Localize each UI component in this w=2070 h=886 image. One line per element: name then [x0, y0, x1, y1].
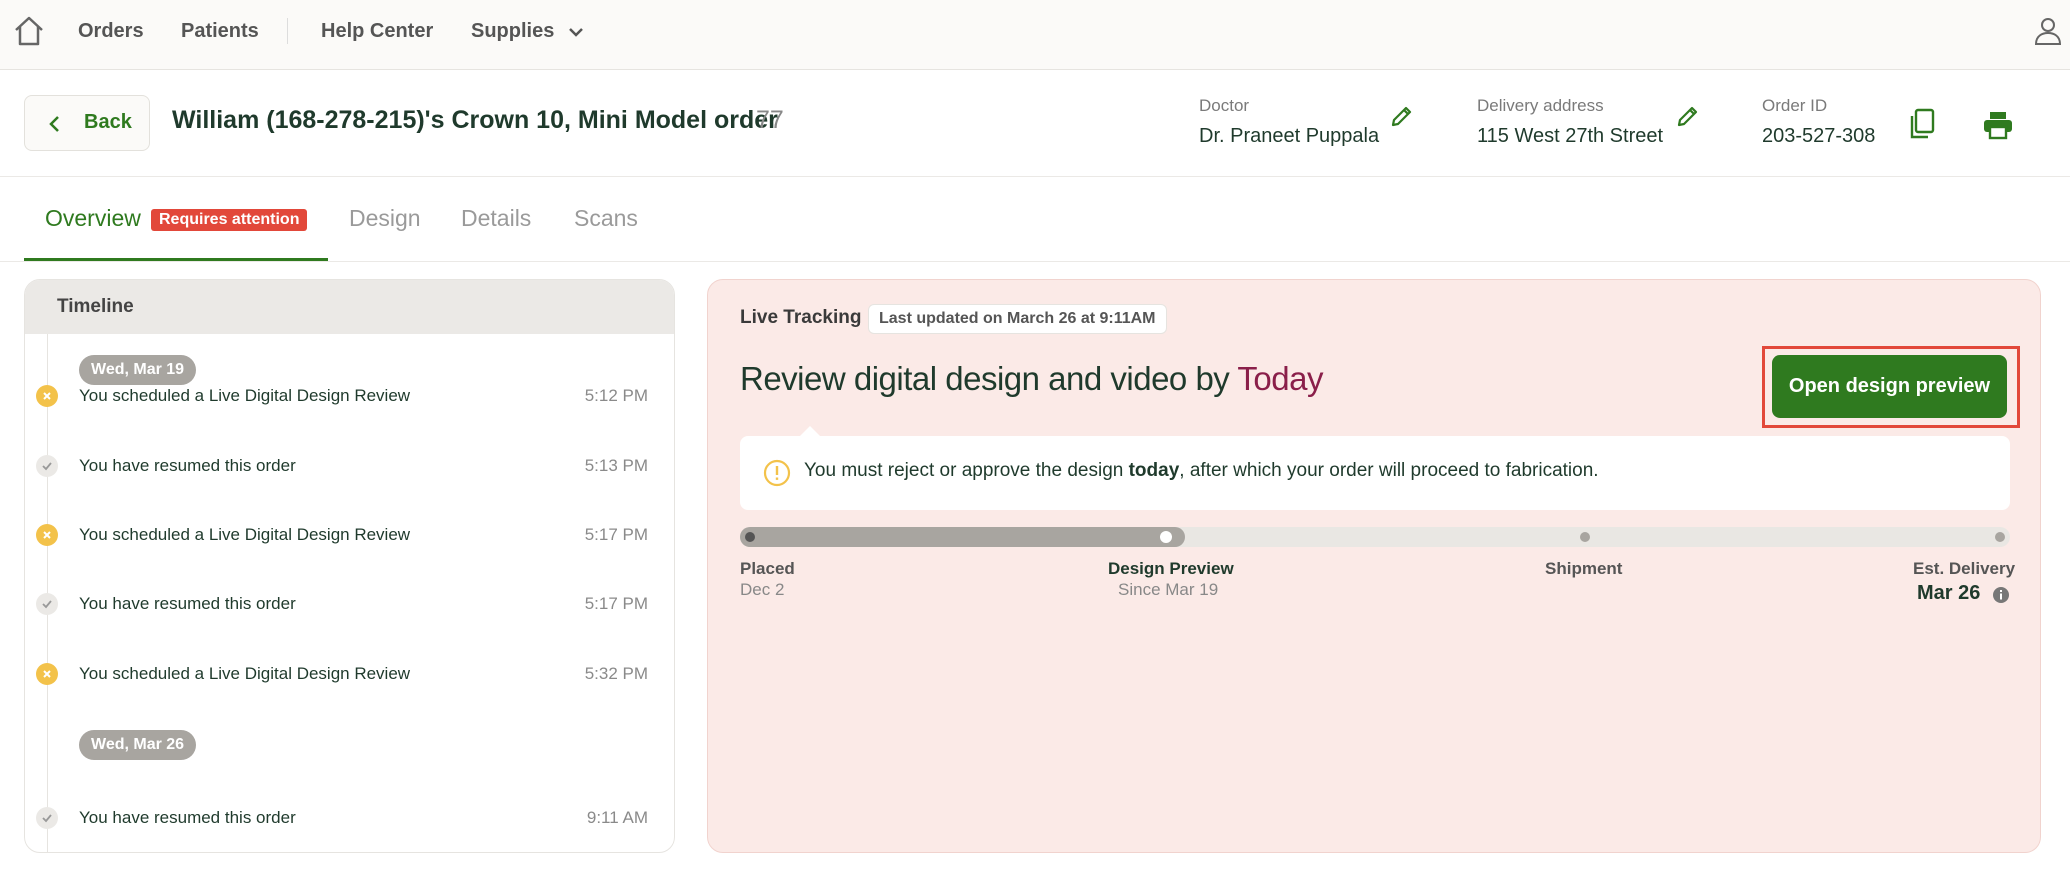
date-pill: Wed, Mar 26	[79, 730, 197, 760]
live-tracking-label: Live Tracking	[740, 307, 862, 328]
notice-text-prefix: You must reject or approve the design	[804, 460, 1129, 481]
step-design-preview-label: Design Preview	[1108, 559, 1234, 578]
step-dot-delivery	[1995, 532, 2005, 542]
review-heading: Review digital design and video by Today	[740, 360, 1323, 398]
timeline-header: Timeline	[25, 280, 674, 334]
copy-icon[interactable]	[1908, 108, 1936, 140]
timeline-event-text: You scheduled a Live Digital Design Revi…	[79, 525, 411, 544]
status-badge: Requires attention	[151, 209, 308, 231]
address-value: 115 West 27th Street	[1477, 125, 1664, 147]
progress-fill	[740, 527, 1185, 547]
print-icon[interactable]	[1982, 110, 2014, 140]
live-tracking-panel: Live Tracking Last updated on March 26 a…	[707, 279, 2041, 853]
notice-text-bold: today	[1128, 460, 1180, 481]
order-id-value: 203-527-308	[1762, 125, 1876, 147]
timeline-event-text: You scheduled a Live Digital Design Revi…	[79, 664, 411, 683]
timeline-event-time: 5:13 PM	[584, 456, 648, 475]
order-count: 77	[756, 106, 784, 134]
back-label: Back	[84, 111, 132, 133]
tab-design[interactable]: Design	[349, 205, 421, 232]
last-updated-badge: Last updated on March 26 at 9:11AM	[868, 304, 1167, 334]
chevron-left-icon	[49, 116, 59, 132]
warning-status-icon	[36, 524, 58, 546]
page-title: William (168-278-215)'s Crown 10, Mini M…	[172, 106, 778, 134]
notice-text-suffix: , after which your order will proceed to…	[1179, 460, 1599, 481]
notice-text: You must reject or approve the design to…	[804, 460, 1599, 482]
top-nav: Orders Patients Help Center Supplies	[0, 0, 2070, 70]
nav-divider	[287, 18, 288, 44]
timeline-event-time: 5:17 PM	[584, 594, 648, 613]
check-status-icon	[36, 455, 58, 477]
date-pill: Wed, Mar 19	[79, 355, 197, 385]
nav-orders[interactable]: Orders	[78, 18, 144, 44]
doctor-value: Dr. Praneet Puppala	[1199, 125, 1380, 147]
tab-scans[interactable]: Scans	[574, 205, 638, 232]
timeline-title: Timeline	[57, 296, 134, 317]
step-dot-shipment	[1580, 532, 1590, 542]
timeline-event-text: You have resumed this order	[79, 594, 296, 613]
review-deadline: Today	[1237, 360, 1323, 397]
tab-details[interactable]: Details	[461, 205, 531, 232]
home-icon[interactable]	[12, 14, 46, 48]
review-heading-text: Review digital design and video by	[740, 360, 1238, 397]
warning-status-icon	[36, 385, 58, 407]
notice-box: You must reject or approve the design to…	[740, 426, 2010, 510]
step-placed-date: Dec 2	[740, 580, 785, 599]
open-design-preview-button[interactable]: Open design preview	[1772, 355, 2007, 418]
step-placed-label: Placed	[740, 559, 795, 578]
step-dot-placed	[745, 532, 755, 542]
timeline-panel: Timeline Wed, Mar 19 You scheduled a Liv…	[24, 279, 675, 853]
nav-help-center[interactable]: Help Center	[321, 18, 433, 44]
order-header: Back William (168-278-215)'s Crown 10, M…	[0, 70, 2070, 177]
info-icon[interactable]	[1992, 586, 2010, 604]
step-delivery-label: Est. Delivery	[1913, 559, 2016, 578]
active-tab-indicator	[24, 258, 328, 261]
order-id-label: Order ID	[1762, 96, 1828, 115]
back-button[interactable]: Back	[24, 95, 150, 151]
nav-supplies[interactable]: Supplies	[471, 18, 554, 44]
timeline-event-time: 9:11 AM	[586, 808, 648, 827]
info-warning-icon	[763, 459, 791, 487]
edit-address-icon[interactable]	[1675, 103, 1701, 129]
timeline-event-text: You scheduled a Live Digital Design Revi…	[79, 386, 411, 405]
tab-overview[interactable]: Overview	[45, 205, 141, 232]
warning-status-icon	[36, 663, 58, 685]
chevron-down-icon[interactable]	[566, 22, 586, 42]
check-status-icon	[36, 593, 58, 615]
nav-patients[interactable]: Patients	[181, 18, 259, 44]
step-design-preview-date: Since Mar 19	[1118, 580, 1219, 599]
notice-tail	[800, 426, 820, 436]
timeline-event-time: 5:17 PM	[584, 525, 648, 544]
order-progress-bar	[740, 527, 2010, 547]
timeline-event-time: 5:12 PM	[584, 386, 648, 405]
timeline-event-text: You have resumed this order	[79, 456, 296, 475]
step-shipment-label: Shipment	[1545, 559, 1623, 578]
address-label: Delivery address	[1477, 96, 1604, 115]
timeline-event-text: You have resumed this order	[79, 808, 296, 827]
tab-bar: Overview Requires attention Design Detai…	[0, 177, 2070, 262]
step-dot-design-preview	[1160, 531, 1172, 543]
timeline-event-time: 5:32 PM	[584, 664, 648, 683]
edit-doctor-icon[interactable]	[1389, 103, 1415, 129]
user-icon[interactable]	[2034, 16, 2062, 46]
check-status-icon	[36, 807, 58, 829]
step-delivery-date: Mar 26	[1917, 582, 1981, 604]
doctor-label: Doctor	[1199, 96, 1250, 115]
